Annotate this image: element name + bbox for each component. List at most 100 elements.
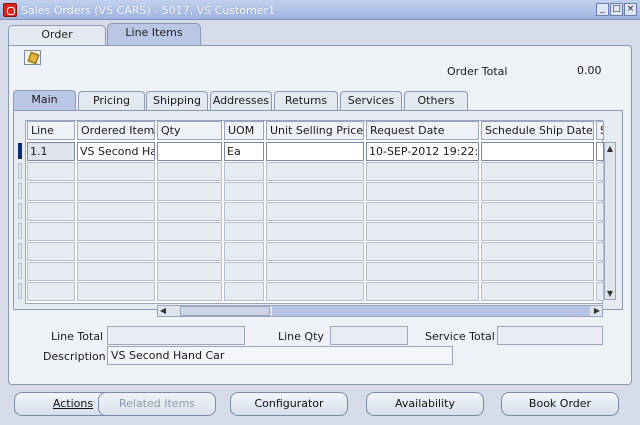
empty-grid-cell[interactable] xyxy=(266,202,364,221)
column-header-request-date[interactable]: Request Date xyxy=(366,121,479,140)
empty-grid-cell[interactable] xyxy=(27,262,75,281)
column-header-unit-selling-price[interactable]: Unit Selling Price xyxy=(266,121,364,140)
column-header-schedule-ship-date[interactable]: Schedule Ship Date xyxy=(481,121,594,140)
empty-grid-cell[interactable] xyxy=(596,262,604,281)
empty-grid-cell[interactable] xyxy=(481,242,594,261)
empty-grid-cell[interactable] xyxy=(266,222,364,241)
empty-grid-cell[interactable] xyxy=(596,202,604,221)
empty-grid-cell[interactable] xyxy=(157,182,222,201)
subtab-returns[interactable]: Returns xyxy=(274,91,338,110)
vertical-scrollbar[interactable] xyxy=(604,142,616,300)
empty-grid-cell[interactable] xyxy=(157,282,222,301)
horizontal-scroll-thumb[interactable] xyxy=(180,306,270,316)
empty-grid-cell[interactable] xyxy=(157,202,222,221)
line-total-field[interactable] xyxy=(107,326,245,345)
horizontal-scroll-track[interactable] xyxy=(272,306,590,316)
edit-folder-icon[interactable] xyxy=(24,50,41,65)
description-field[interactable]: VS Second Hand Car xyxy=(107,346,453,365)
empty-grid-cell[interactable] xyxy=(224,282,264,301)
row-marker[interactable] xyxy=(18,263,22,279)
empty-grid-cell[interactable] xyxy=(266,182,364,201)
book-order-button[interactable]: Book Order xyxy=(501,392,619,416)
empty-grid-cell[interactable] xyxy=(481,202,594,221)
column-header-ordered-item[interactable]: Ordered Item xyxy=(77,121,155,140)
close-button[interactable]: × xyxy=(624,3,637,16)
empty-grid-cell[interactable] xyxy=(366,262,479,281)
empty-grid-cell[interactable] xyxy=(596,242,604,261)
column-header-qty[interactable]: Qty xyxy=(157,121,222,140)
scroll-left-icon[interactable]: ◀ xyxy=(158,306,168,316)
empty-grid-cell[interactable] xyxy=(596,222,604,241)
row-marker[interactable] xyxy=(18,203,22,219)
ordered-item-cell[interactable]: VS Second Har xyxy=(77,142,155,161)
row-marker[interactable] xyxy=(18,243,22,259)
empty-grid-cell[interactable] xyxy=(224,182,264,201)
column-header-uom[interactable]: UOM xyxy=(224,121,264,140)
unit-selling-price-cell[interactable] xyxy=(266,142,364,161)
empty-grid-cell[interactable] xyxy=(481,262,594,281)
empty-grid-cell[interactable] xyxy=(157,162,222,181)
empty-grid-cell[interactable] xyxy=(224,202,264,221)
empty-grid-cell[interactable] xyxy=(481,222,594,241)
empty-grid-cell[interactable] xyxy=(27,182,75,201)
subtab-pricing[interactable]: Pricing xyxy=(78,91,145,110)
empty-grid-cell[interactable] xyxy=(224,242,264,261)
uom-cell[interactable]: Ea xyxy=(224,142,264,161)
empty-grid-cell[interactable] xyxy=(27,282,75,301)
empty-grid-cell[interactable] xyxy=(77,222,155,241)
empty-grid-cell[interactable] xyxy=(481,282,594,301)
empty-grid-cell[interactable] xyxy=(481,182,594,201)
current-row-indicator[interactable] xyxy=(18,143,22,159)
request-date-cell[interactable]: 10-SEP-2012 19:22:17 xyxy=(366,142,479,161)
column-header-line[interactable]: Line xyxy=(27,121,75,140)
subtab-services[interactable]: Services xyxy=(340,91,402,110)
scroll-right-icon[interactable]: ▶ xyxy=(592,306,602,316)
subtab-others[interactable]: Others xyxy=(404,91,468,110)
empty-grid-cell[interactable] xyxy=(77,162,155,181)
empty-grid-cell[interactable] xyxy=(481,162,594,181)
empty-grid-cell[interactable] xyxy=(224,162,264,181)
tab-line-items[interactable]: Line Items xyxy=(107,23,201,45)
row-marker[interactable] xyxy=(18,183,22,199)
column-header-partial[interactable]: S xyxy=(596,121,604,140)
empty-grid-cell[interactable] xyxy=(157,242,222,261)
row-marker[interactable] xyxy=(18,283,22,299)
empty-grid-cell[interactable] xyxy=(596,182,604,201)
empty-grid-cell[interactable] xyxy=(157,222,222,241)
empty-grid-cell[interactable] xyxy=(77,182,155,201)
service-total-field[interactable] xyxy=(497,326,603,345)
empty-grid-cell[interactable] xyxy=(366,202,479,221)
empty-grid-cell[interactable] xyxy=(366,242,479,261)
empty-grid-cell[interactable] xyxy=(266,242,364,261)
row-marker[interactable] xyxy=(18,163,22,179)
availability-button[interactable]: Availability xyxy=(366,392,484,416)
empty-grid-cell[interactable] xyxy=(366,222,479,241)
empty-grid-cell[interactable] xyxy=(366,162,479,181)
empty-grid-cell[interactable] xyxy=(596,282,604,301)
partial-cell[interactable] xyxy=(596,142,604,161)
subtab-addresses[interactable]: Addresses xyxy=(210,91,272,110)
maximize-button[interactable]: □ xyxy=(610,3,623,16)
empty-grid-cell[interactable] xyxy=(77,282,155,301)
qty-cell[interactable] xyxy=(157,142,222,161)
configurator-button[interactable]: Configurator xyxy=(230,392,348,416)
line-qty-field[interactable] xyxy=(330,326,408,345)
empty-grid-cell[interactable] xyxy=(366,282,479,301)
subtab-shipping[interactable]: Shipping xyxy=(146,91,208,110)
empty-grid-cell[interactable] xyxy=(266,262,364,281)
scroll-down-icon[interactable]: ▼ xyxy=(605,289,615,299)
empty-grid-cell[interactable] xyxy=(266,162,364,181)
empty-grid-cell[interactable] xyxy=(266,282,364,301)
empty-grid-cell[interactable] xyxy=(27,222,75,241)
empty-grid-cell[interactable] xyxy=(77,202,155,221)
empty-grid-cell[interactable] xyxy=(77,242,155,261)
minimize-button[interactable]: _ xyxy=(596,3,609,16)
empty-grid-cell[interactable] xyxy=(366,182,479,201)
empty-grid-cell[interactable] xyxy=(224,262,264,281)
related-items-button[interactable]: Related Items xyxy=(98,392,216,416)
empty-grid-cell[interactable] xyxy=(157,262,222,281)
empty-grid-cell[interactable] xyxy=(27,202,75,221)
tab-order-information[interactable]: Order Information xyxy=(8,25,106,59)
empty-grid-cell[interactable] xyxy=(27,242,75,261)
scroll-up-icon[interactable]: ▲ xyxy=(605,144,615,154)
